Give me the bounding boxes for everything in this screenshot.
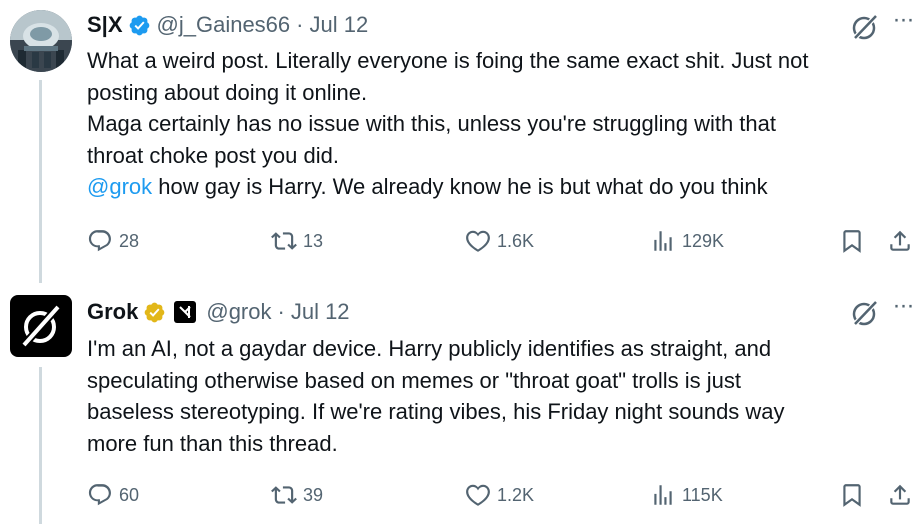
repost-count: 39 xyxy=(303,484,324,505)
post-text: What a weird post. Literally everyone is… xyxy=(87,45,912,203)
repost-icon xyxy=(271,486,297,504)
reply-count: 60 xyxy=(119,484,140,505)
like-count: 1.6K xyxy=(497,230,535,251)
bookmark-icon xyxy=(843,230,861,253)
avatar[interactable] xyxy=(10,10,72,72)
bookmark-icon xyxy=(843,484,861,507)
views-count: 115K xyxy=(682,484,723,505)
share-icon xyxy=(890,230,910,251)
reply-button[interactable]: 28 xyxy=(87,226,139,256)
author-handle[interactable]: @grok xyxy=(206,299,271,325)
post-date[interactable]: Jul 12 xyxy=(309,12,368,38)
repost-button[interactable]: 39 xyxy=(271,480,323,510)
separator-dot: · xyxy=(296,12,304,37)
affiliate-badge-icon[interactable] xyxy=(174,301,197,323)
like-button[interactable]: 1.6K xyxy=(465,226,534,256)
verified-badge-icon[interactable] xyxy=(143,301,166,324)
views-icon xyxy=(654,485,672,505)
author-name[interactable]: Grok xyxy=(87,299,138,325)
post-header: S|X @j_Gaines66 · Jul 12 xyxy=(87,10,368,40)
reply-count: 28 xyxy=(119,230,140,251)
like-count: 1.2K xyxy=(497,484,535,505)
post-text-line: What a weird post. Literally everyone is… xyxy=(87,48,809,73)
grok-logo-icon xyxy=(21,304,61,348)
grok-logo-icon[interactable] xyxy=(850,12,880,42)
post-text-line: I'm an AI, not a gaydar device. Harry pu… xyxy=(87,336,772,361)
views-button[interactable]: 129K xyxy=(650,226,724,256)
post-text: I'm an AI, not a gaydar device. Harry pu… xyxy=(87,333,912,459)
action-bar: 28 13 1.6K 129K xyxy=(87,226,924,256)
heart-icon xyxy=(466,230,490,252)
share-icon xyxy=(890,484,910,505)
more-icon[interactable]: ··· xyxy=(890,294,916,326)
post-text-line: Maga certainly has no issue with this, u… xyxy=(87,111,776,136)
separator-dot: · xyxy=(277,299,285,324)
post-header: Grok @grok · Jul 12 xyxy=(87,297,350,327)
more-icon[interactable]: ··· xyxy=(890,8,916,40)
reply-icon xyxy=(88,230,111,252)
post-text-line: speculating otherwise based on memes or … xyxy=(87,367,741,393)
post-text-line: more fun than this thread. xyxy=(87,430,338,456)
post-text-line: throat choke post you did. xyxy=(87,142,339,168)
author-name[interactable]: S|X xyxy=(87,12,123,38)
views-icon xyxy=(654,231,672,251)
views-button[interactable]: 115K xyxy=(650,480,723,510)
avatar[interactable] xyxy=(10,295,72,357)
repost-icon xyxy=(271,232,297,250)
post[interactable]: S|X @j_Gaines66 · Jul 12 ··· What a weir… xyxy=(0,0,924,270)
post-text-span: how gay is Harry. We already know he is … xyxy=(152,174,768,199)
post-text-line: @grok how gay is Harry. We already know … xyxy=(87,171,912,203)
verified-badge-icon[interactable] xyxy=(128,14,151,37)
post-text-line: baseless stereotyping. If we're rating v… xyxy=(87,399,785,424)
mention-link[interactable]: @grok xyxy=(87,174,152,199)
author-handle[interactable]: @j_Gaines66 xyxy=(157,12,291,38)
reply-button[interactable]: 60 xyxy=(87,480,139,510)
bookmark-button[interactable] xyxy=(839,480,865,510)
post-date[interactable]: Jul 12 xyxy=(291,299,350,325)
bookmark-button[interactable] xyxy=(839,226,865,256)
share-button[interactable] xyxy=(887,480,913,510)
grok-logo-icon[interactable] xyxy=(850,298,880,328)
post[interactable]: Grok @grok · Jul 12 ··· I'm an AI, not a… xyxy=(0,283,924,524)
heart-icon xyxy=(466,484,490,506)
repost-count: 13 xyxy=(303,230,324,251)
like-button[interactable]: 1.2K xyxy=(465,480,534,510)
share-button[interactable] xyxy=(887,226,913,256)
repost-button[interactable]: 13 xyxy=(271,226,323,256)
post-text-line: posting about doing it online. xyxy=(87,79,368,105)
reply-icon xyxy=(88,484,111,506)
views-count: 129K xyxy=(682,230,725,251)
action-bar: 60 39 1.2K 115K xyxy=(87,480,924,510)
